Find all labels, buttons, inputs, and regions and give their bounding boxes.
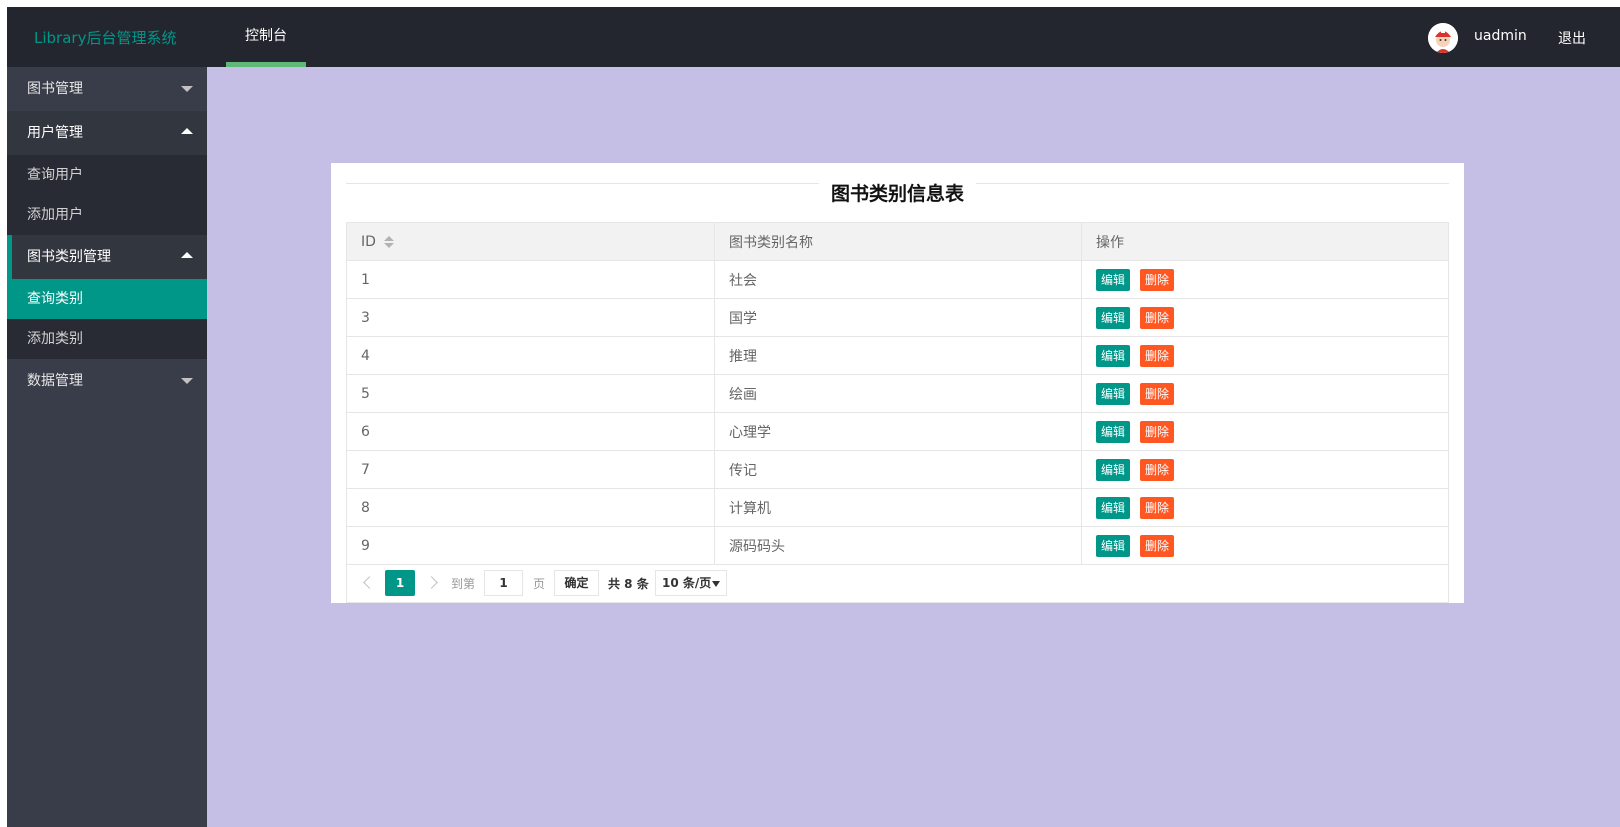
column-header-name: 图书类别名称: [714, 222, 1082, 261]
caret-down-icon: [181, 86, 193, 92]
chevron-down-icon: [712, 581, 720, 587]
table-row: 3 国学 编辑 删除: [346, 298, 1449, 337]
top-header: Library后台管理系统 控制台 uadmin 退出: [7, 7, 1620, 67]
logout-link[interactable]: 退出: [1558, 28, 1586, 48]
cell-id: 6: [346, 412, 715, 451]
sidebar-item-add-user[interactable]: 添加用户: [7, 195, 207, 235]
sidebar-item-add-category[interactable]: 添加类别: [7, 319, 207, 359]
cell-actions: 编辑 删除: [1081, 374, 1449, 413]
app-window: Library后台管理系统 控制台 uadmin 退出 图书管理 用户管理 查询…: [7, 7, 1620, 827]
edit-button[interactable]: 编辑: [1096, 534, 1131, 557]
cell-name: 推理: [714, 336, 1082, 375]
sort-icon[interactable]: [383, 235, 394, 248]
cell-name: 源码码头: [714, 526, 1082, 565]
delete-button[interactable]: 删除: [1140, 268, 1175, 291]
category-panel: 图书类别信息表 ID 图书类别名称 操作 1 社会 编辑 删除 3 国学 编辑 …: [331, 163, 1464, 603]
cell-actions: 编辑 删除: [1081, 412, 1449, 451]
cell-id: 5: [346, 374, 715, 413]
sidebar-group-categories[interactable]: 图书类别管理: [7, 235, 207, 279]
edit-button[interactable]: 编辑: [1096, 420, 1131, 443]
delete-button[interactable]: 删除: [1140, 306, 1175, 329]
table-row: 9 源码码头 编辑 删除: [346, 526, 1449, 565]
cell-actions: 编辑 删除: [1081, 336, 1449, 375]
current-page-button[interactable]: 1: [385, 570, 415, 596]
goto-label: 到第: [451, 577, 476, 591]
column-header-label: ID: [361, 233, 376, 250]
cell-id: 8: [346, 488, 715, 527]
main-content: 图书类别信息表 ID 图书类别名称 操作 1 社会 编辑 删除 3 国学 编辑 …: [207, 67, 1620, 827]
cell-id: 9: [346, 526, 715, 565]
sidebar-group-label: 数据管理: [27, 373, 83, 389]
table-row: 5 绘画 编辑 删除: [346, 374, 1449, 413]
delete-button[interactable]: 删除: [1140, 458, 1175, 481]
cell-id: 4: [346, 336, 715, 375]
cell-name: 绘画: [714, 374, 1082, 413]
table-row: 7 传记 编辑 删除: [346, 450, 1449, 489]
delete-button[interactable]: 删除: [1140, 496, 1175, 519]
cell-actions: 编辑 删除: [1081, 298, 1449, 337]
cell-name: 传记: [714, 450, 1082, 489]
cell-id: 1: [346, 260, 715, 299]
edit-button[interactable]: 编辑: [1096, 496, 1131, 519]
app-logo[interactable]: Library后台管理系统: [34, 27, 176, 48]
next-page-icon[interactable]: [423, 571, 445, 595]
cell-actions: 编辑 删除: [1081, 488, 1449, 527]
edit-button[interactable]: 编辑: [1096, 268, 1131, 291]
pagination: 1 到第 页 确定 共 8 条 10 条/页: [346, 563, 1449, 603]
table-header-row: ID 图书类别名称 操作: [346, 222, 1449, 261]
table-row: 4 推理 编辑 删除: [346, 336, 1449, 375]
cell-name: 社会: [714, 260, 1082, 299]
column-header-actions: 操作: [1081, 222, 1449, 261]
submenu-categories: 查询类别 添加类别: [7, 279, 207, 359]
caret-down-icon: [181, 378, 193, 384]
sidebar-group-users[interactable]: 用户管理: [7, 111, 207, 155]
sidebar-group-label: 图书类别管理: [27, 249, 111, 265]
cell-name: 计算机: [714, 488, 1082, 527]
table-row: 1 社会 编辑 删除: [346, 260, 1449, 299]
nav-console[interactable]: 控制台: [226, 7, 306, 67]
delete-button[interactable]: 删除: [1140, 420, 1175, 443]
submenu-users: 查询用户 添加用户: [7, 155, 207, 235]
nav-console-label: 控制台: [245, 28, 287, 44]
edit-button[interactable]: 编辑: [1096, 458, 1131, 481]
table-row: 6 心理学 编辑 删除: [346, 412, 1449, 451]
edit-button[interactable]: 编辑: [1096, 306, 1131, 329]
delete-button[interactable]: 删除: [1140, 382, 1175, 405]
cell-name: 国学: [714, 298, 1082, 337]
total-count: 共 8 条: [608, 577, 649, 591]
caret-up-icon: [181, 252, 193, 258]
cell-actions: 编辑 删除: [1081, 260, 1449, 299]
edit-button[interactable]: 编辑: [1096, 382, 1131, 405]
page-title: 图书类别信息表: [818, 183, 976, 205]
sidebar-item-query-categories[interactable]: 查询类别: [7, 279, 207, 319]
sidebar: 图书管理 用户管理 查询用户 添加用户 图书类别管理 查询类别 添加类别 数据管…: [7, 67, 207, 827]
goto-confirm-button[interactable]: 确定: [554, 570, 599, 596]
cell-name: 心理学: [714, 412, 1082, 451]
cell-id: 7: [346, 450, 715, 489]
prev-page-icon[interactable]: [357, 571, 379, 595]
category-table: ID 图书类别名称 操作 1 社会 编辑 删除 3 国学 编辑 删除 4 推理 …: [346, 222, 1449, 565]
sidebar-group-books[interactable]: 图书管理: [7, 67, 207, 111]
sidebar-item-query-users[interactable]: 查询用户: [7, 155, 207, 195]
caret-up-icon: [181, 128, 193, 134]
table-row: 8 计算机 编辑 删除: [346, 488, 1449, 527]
cell-id: 3: [346, 298, 715, 337]
sidebar-group-label: 图书管理: [27, 81, 83, 97]
sidebar-group-label: 用户管理: [27, 125, 83, 141]
cell-actions: 编辑 删除: [1081, 450, 1449, 489]
page-size-value: 10 条/页: [662, 576, 712, 590]
cell-actions: 编辑 删除: [1081, 526, 1449, 565]
delete-button[interactable]: 删除: [1140, 344, 1175, 367]
avatar-icon: [1428, 23, 1458, 53]
page-label: 页: [533, 577, 546, 591]
column-header-id[interactable]: ID: [346, 222, 715, 261]
page-size-select[interactable]: 10 条/页: [655, 570, 727, 596]
avatar[interactable]: [1428, 23, 1458, 53]
sidebar-group-data[interactable]: 数据管理: [7, 359, 207, 403]
goto-page-input[interactable]: [484, 570, 523, 596]
delete-button[interactable]: 删除: [1140, 534, 1175, 557]
username[interactable]: uadmin: [1474, 28, 1527, 44]
edit-button[interactable]: 编辑: [1096, 344, 1131, 367]
